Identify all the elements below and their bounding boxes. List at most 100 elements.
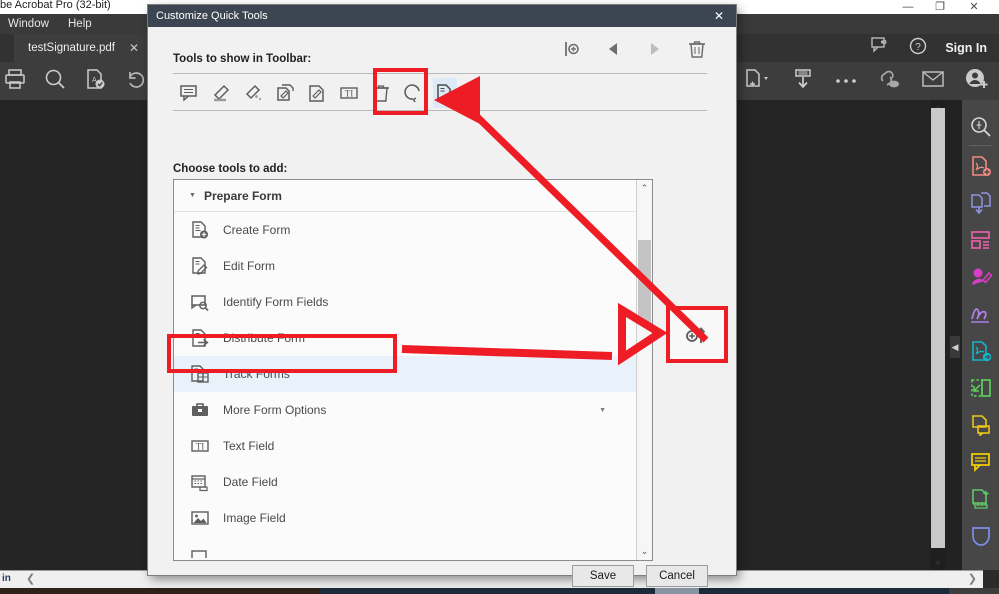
tray-item-text-field[interactable]: TI <box>337 78 361 108</box>
chevron-down-icon[interactable]: ▼ <box>189 192 196 199</box>
save-button[interactable]: Save <box>572 565 634 587</box>
list-vertical-scrollbar[interactable]: ⌃ ⌄ <box>636 180 652 560</box>
annotated-target-button[interactable] <box>670 310 724 359</box>
list-scroll-down-icon[interactable]: ⌄ <box>637 543 652 560</box>
tray-item-distribute-form[interactable] <box>433 78 457 108</box>
list-scroll-up-icon[interactable]: ⌃ <box>637 180 652 197</box>
list-item-more-form-options[interactable]: More Form Options ▼ <box>174 392 636 428</box>
feedback-icon[interactable] <box>871 37 891 60</box>
os-taskbar <box>0 588 999 594</box>
document-tab-close-icon[interactable]: ✕ <box>129 41 139 55</box>
rail-item-redact[interactable] <box>962 258 999 295</box>
toolbar-tray[interactable]: TI <box>173 73 707 111</box>
help-icon[interactable]: ? <box>909 37 927 60</box>
rail-item-crop-pages[interactable] <box>962 369 999 406</box>
rail-item-protect[interactable] <box>962 517 999 554</box>
rail-item-create-pdf[interactable] <box>962 147 999 184</box>
rail-item-search[interactable] <box>962 108 999 145</box>
taskbar-segment-c <box>949 588 999 594</box>
choose-tools-label: Choose tools to add: <box>173 163 287 175</box>
delete-icon[interactable] <box>687 39 707 64</box>
rail-item-combine-files[interactable] <box>962 184 999 221</box>
sign-in-button[interactable]: Sign In <box>945 41 987 55</box>
rail-item-comment-pages[interactable] <box>962 406 999 443</box>
tray-item-delete-tool[interactable] <box>369 78 393 108</box>
download-icon[interactable] <box>791 68 815 95</box>
add-separator-icon[interactable] <box>563 40 581 63</box>
svg-text:TI: TI <box>196 442 205 452</box>
rail-item-enhance-scans[interactable] <box>962 480 999 517</box>
group-header-prepare-form[interactable]: ▼ Prepare Form <box>174 180 636 212</box>
document-vertical-scrollbar[interactable]: ▲ ▼ <box>930 100 946 570</box>
move-right-icon[interactable] <box>647 41 661 62</box>
prev-page-icon[interactable]: ❮ <box>26 572 35 585</box>
window-close-button[interactable]: ✕ <box>959 0 989 14</box>
date-field-icon <box>189 471 211 493</box>
tray-item-draw-free[interactable] <box>241 78 265 108</box>
window-minimize-button[interactable]: — <box>893 0 923 14</box>
document-tab[interactable]: testSignature.pdf ✕ <box>14 34 149 62</box>
undo-icon[interactable] <box>124 68 146 95</box>
svg-text:?: ? <box>916 42 922 53</box>
list-item-partial[interactable] <box>174 536 636 560</box>
track-forms-icon <box>189 363 211 385</box>
rail-divider <box>969 145 992 146</box>
window-maximize-button[interactable]: ❐ <box>925 0 955 14</box>
toolbar-tray-icons: TI <box>177 74 457 112</box>
certify-document-icon[interactable]: A <box>84 68 106 95</box>
rail-item-fill-and-sign[interactable] <box>962 295 999 332</box>
more-options-icon[interactable] <box>835 72 857 90</box>
scroll-down-icon[interactable]: ▼ <box>931 556 945 570</box>
dialog-buttons: Save Cancel <box>572 565 708 587</box>
rail-item-export-pdf[interactable] <box>962 332 999 369</box>
dialog-body: Tools to show in Toolbar: <box>148 27 736 575</box>
rail-expand-handle[interactable]: ◀ <box>950 336 960 358</box>
list-item-label: Text Field <box>223 439 274 453</box>
tray-item-fill-and-sign[interactable] <box>305 78 329 108</box>
status-bar-right-filler <box>983 570 999 588</box>
rail-item-comment[interactable] <box>962 443 999 480</box>
app-title: be Acrobat Pro (32-bit) <box>0 0 114 13</box>
dialog-titlebar[interactable]: Customize Quick Tools ✕ <box>148 5 736 27</box>
add-page-dropdown-icon[interactable] <box>745 68 771 95</box>
tray-item-stamp[interactable] <box>273 78 297 108</box>
svg-text:TI: TI <box>345 89 354 99</box>
tools-to-show-label: Tools to show in Toolbar: <box>173 53 311 65</box>
menu-item-help[interactable]: Help <box>62 14 98 34</box>
list-scrollbar-thumb[interactable] <box>638 240 651 323</box>
rail-item-organize-pages[interactable] <box>962 221 999 258</box>
share-link-icon[interactable] <box>877 68 901 95</box>
list-item-label: Edit Form <box>223 259 275 273</box>
list-item-edit-form[interactable]: Edit Form <box>174 248 636 284</box>
scrollbar-thumb[interactable] <box>931 108 945 548</box>
list-item-distribute-form[interactable]: Distribute Form <box>174 320 636 356</box>
menu-item-window[interactable]: Window <box>2 14 55 34</box>
zoom-icon[interactable] <box>44 68 66 95</box>
list-item-identify-form-fields[interactable]: Identify Form Fields <box>174 284 636 320</box>
identify-form-fields-icon <box>189 291 211 313</box>
dialog-close-icon[interactable]: ✕ <box>702 5 736 27</box>
add-user-icon[interactable] <box>965 68 989 95</box>
cancel-button[interactable]: Cancel <box>646 565 708 587</box>
list-item-create-form[interactable]: Create Form <box>174 212 636 248</box>
tray-item-sticky-note[interactable] <box>177 78 201 108</box>
text-field-icon: TI <box>189 435 211 457</box>
list-item-label: Distribute Form <box>223 331 305 345</box>
tray-item-highlight[interactable] <box>209 78 233 108</box>
toolbar-actions-group <box>563 39 707 64</box>
toolbar-left-group: A <box>0 62 146 100</box>
next-page-icon[interactable]: ❯ <box>968 572 977 585</box>
partial-tool-icon <box>189 543 211 560</box>
tray-item-rotate[interactable] <box>401 78 425 108</box>
list-item-image-field[interactable]: Image Field <box>174 500 636 536</box>
list-item-track-forms[interactable]: Track Forms <box>174 356 636 392</box>
customize-quick-tools-dialog: Customize Quick Tools ✕ Tools to show in… <box>148 5 736 575</box>
email-icon[interactable] <box>921 69 945 94</box>
move-left-icon[interactable] <box>607 41 621 62</box>
list-item-text-field[interactable]: TI Text Field <box>174 428 636 464</box>
print-icon[interactable] <box>4 68 26 95</box>
list-item-label: Identify Form Fields <box>223 295 328 309</box>
list-item-date-field[interactable]: Date Field <box>174 464 636 500</box>
chevron-down-icon[interactable]: ▼ <box>599 407 606 414</box>
taskbar-segment-a <box>0 588 320 594</box>
